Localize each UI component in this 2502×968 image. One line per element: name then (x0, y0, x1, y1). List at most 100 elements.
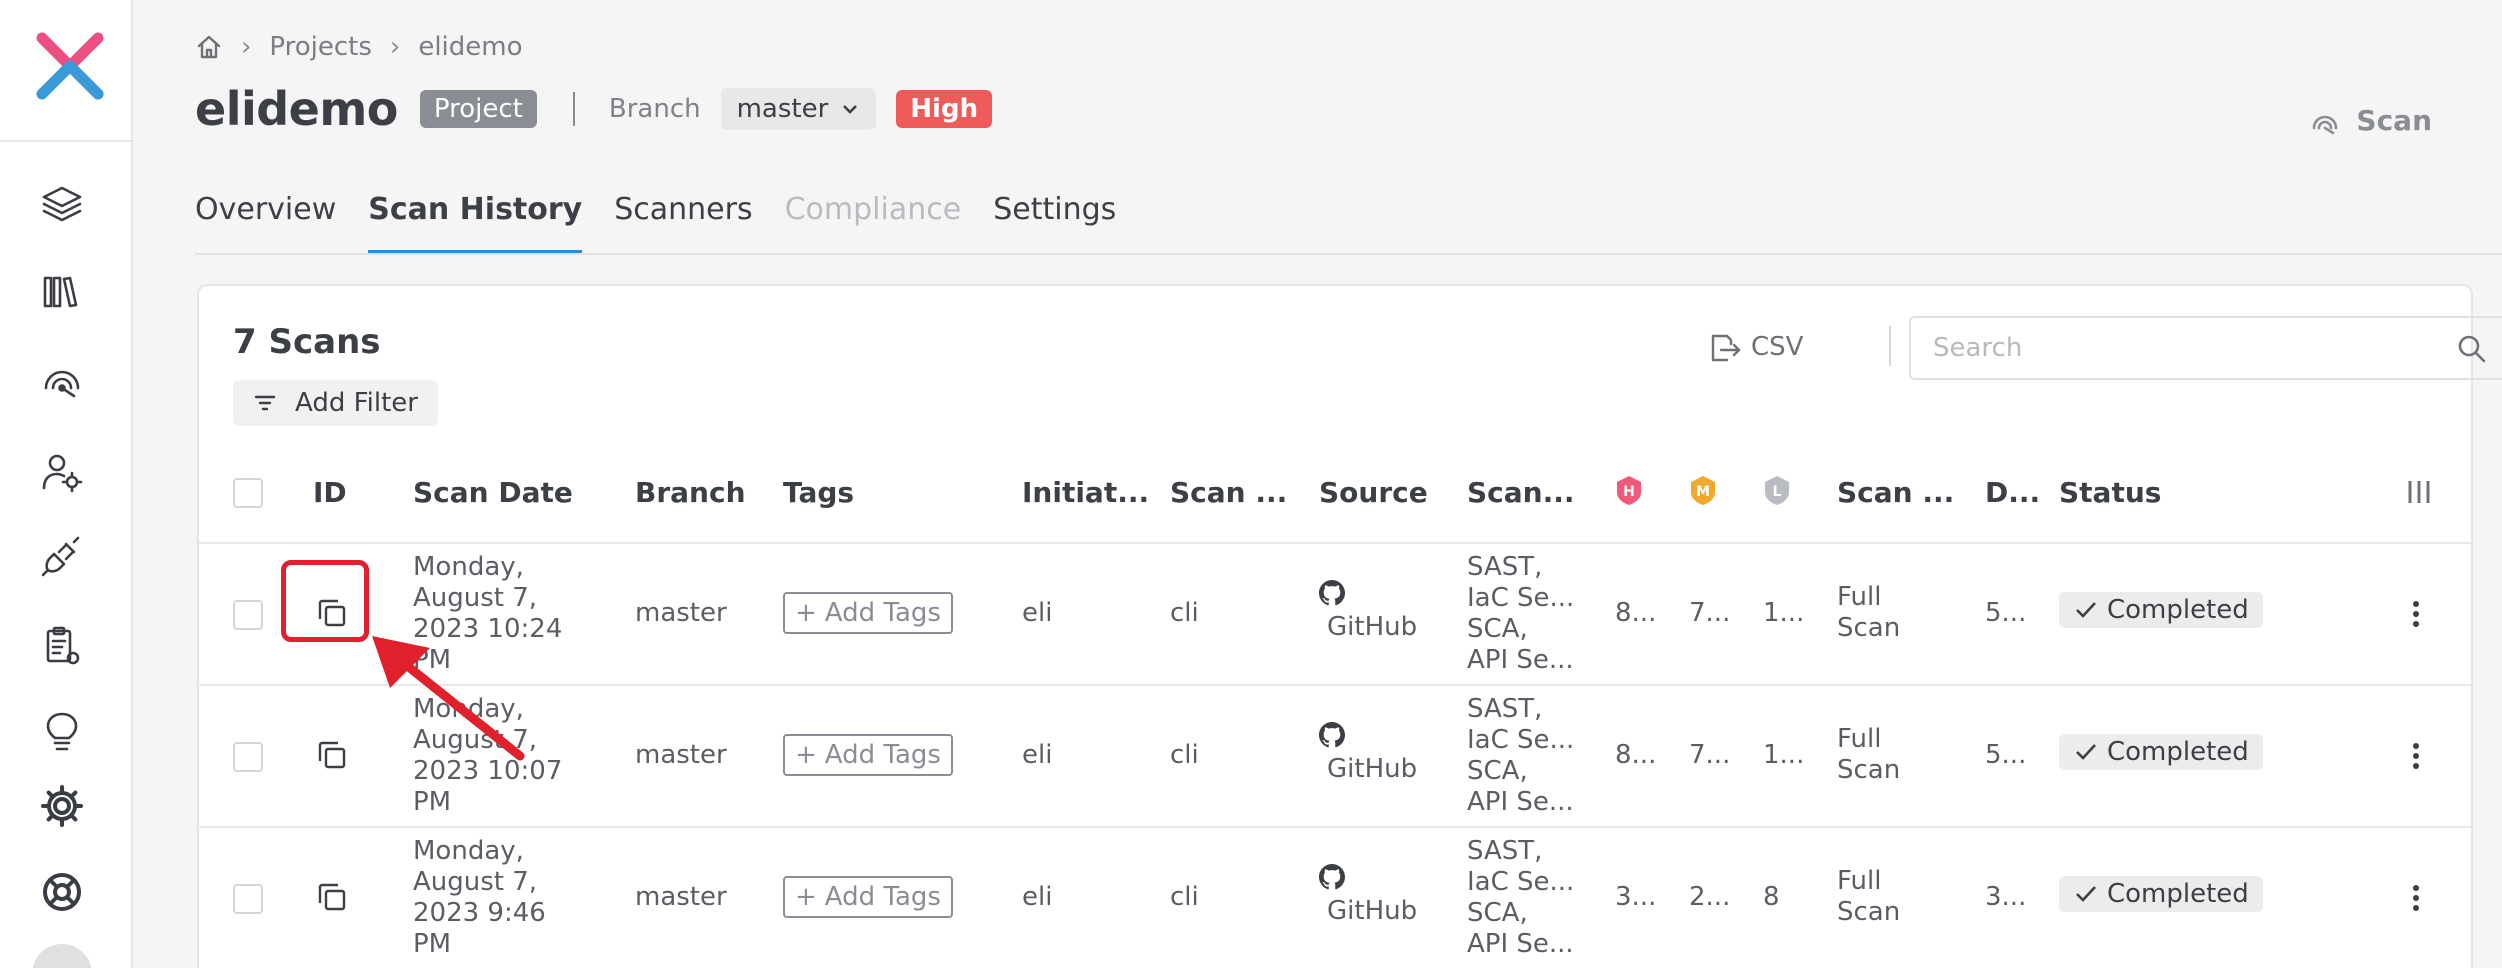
select-all-checkbox[interactable] (233, 478, 263, 508)
table-row[interactable]: Monday, August 7, 2023 9:46 PM master + Add … (199, 828, 2471, 968)
chevron-right-icon: › (241, 32, 252, 62)
avatar[interactable] (32, 944, 92, 968)
toolbar-divider (1889, 326, 1891, 366)
header-scan-type[interactable]: Scan ... (1837, 476, 1954, 509)
tab-scan-history[interactable]: Scan History (368, 190, 582, 254)
status-badge: Completed (2059, 592, 2263, 628)
more-options-icon[interactable] (2411, 598, 2421, 630)
csv-export-button[interactable]: CSV (1707, 330, 1803, 364)
lightbulb-icon[interactable] (38, 708, 86, 756)
svg-text:L: L (1773, 484, 1782, 500)
main-content: › Projects › elidemo elidemo Project Bra… (133, 0, 2502, 968)
status-badge: Completed (2059, 734, 2263, 770)
tab-overview[interactable]: Overview (195, 190, 336, 254)
scanners-cell: SAST, IaC Se... SCA, API Se... (1467, 836, 1575, 959)
app-logo[interactable] (34, 30, 106, 102)
search-icon[interactable] (2457, 334, 2487, 364)
tab-scanners[interactable]: Scanners (614, 190, 752, 254)
initiator-cell: eli (1022, 882, 1053, 912)
low-severity-icon[interactable]: L (1763, 474, 1791, 506)
scan-radar-icon[interactable] (38, 356, 86, 404)
origin-cell: cli (1170, 598, 1199, 628)
header-duration[interactable]: D... (1985, 476, 2040, 509)
table-header: ID Scan Date Branch Tags Initiat... Scan… (199, 444, 2471, 544)
annotation-highlight-box (281, 560, 369, 642)
tab-bar: Overview Scan History Scanners Complianc… (195, 190, 1116, 254)
plus-icon: + (795, 740, 817, 770)
search-input[interactable] (1911, 318, 2431, 378)
chevron-right-icon: › (389, 32, 401, 62)
duration-cell: 5... (1985, 598, 2027, 628)
high-count-cell: 3... (1615, 882, 1657, 912)
chevron-down-icon (843, 105, 858, 114)
scan-type-cell: Full Scan (1837, 582, 1901, 643)
scan-date-cell: Monday, August 7, 2023 9:46 PM (413, 836, 546, 959)
medium-count-cell: 7... (1689, 740, 1731, 770)
header-tags[interactable]: Tags (783, 476, 854, 509)
search-box (1909, 316, 2502, 380)
header-scan-origin[interactable]: Scan ... (1170, 476, 1287, 509)
page-title: elidemo (195, 82, 398, 136)
gear-icon[interactable] (38, 782, 86, 830)
tab-compliance: Compliance (784, 192, 962, 227)
scan-button[interactable]: Scan (2310, 104, 2432, 137)
type-badge: Project (419, 90, 537, 128)
copy-icon[interactable] (315, 738, 349, 772)
title-divider (572, 92, 575, 126)
help-icon[interactable] (38, 868, 86, 916)
row-checkbox[interactable] (233, 600, 263, 630)
filter-icon (254, 395, 276, 411)
medium-severity-icon[interactable]: M (1689, 474, 1717, 506)
check-icon (2076, 744, 2096, 760)
row-checkbox[interactable] (233, 884, 263, 914)
more-options-icon[interactable] (2411, 882, 2421, 914)
scanners-cell: SAST, IaC Se... SCA, API Se... (1467, 694, 1575, 817)
add-filter-button[interactable]: Add Filter (233, 380, 438, 426)
header-scan-date[interactable]: Scan Date (413, 476, 573, 509)
add-tags-button[interactable]: + Add Tags (783, 592, 953, 634)
scan-radar-icon (2313, 115, 2338, 134)
copy-icon[interactable] (315, 880, 349, 914)
github-icon (1319, 864, 1345, 890)
header-status[interactable]: Status (2059, 476, 2161, 509)
check-icon (2076, 886, 2096, 902)
breadcrumb-current[interactable]: elidemo (418, 32, 522, 62)
header-scanners[interactable]: Scan... (1467, 476, 1575, 509)
medium-count-cell: 7... (1689, 598, 1731, 628)
add-tags-button[interactable]: + Add Tags (783, 734, 953, 776)
breadcrumb-projects[interactable]: Projects (269, 32, 372, 62)
low-count-cell: 1... (1763, 598, 1805, 628)
export-icon (1711, 334, 1741, 362)
tab-settings[interactable]: Settings (993, 190, 1116, 254)
source-cell: GitHub (1327, 896, 1418, 926)
header-branch[interactable]: Branch (635, 476, 746, 509)
origin-cell: cli (1170, 882, 1199, 912)
user-settings-icon[interactable] (38, 448, 86, 496)
columns-icon[interactable] (2405, 478, 2433, 506)
header-source[interactable]: Source (1319, 476, 1428, 509)
github-icon (1319, 580, 1345, 606)
add-tags-button[interactable]: + Add Tags (783, 876, 953, 918)
status-badge: Completed (2059, 876, 2263, 912)
header-id[interactable]: ID (313, 476, 347, 509)
more-options-icon[interactable] (2411, 740, 2421, 772)
plus-icon: + (795, 598, 817, 628)
high-severity-icon[interactable]: H (1615, 474, 1643, 506)
check-icon (2076, 602, 2096, 618)
report-icon[interactable] (38, 622, 86, 670)
breadcrumb: › Projects › elidemo (195, 32, 523, 62)
branch-dropdown-value: master (736, 94, 829, 124)
plug-icon[interactable] (38, 532, 86, 580)
severity-badge: High (896, 90, 993, 128)
layers-icon[interactable] (38, 180, 86, 228)
sidebar-divider (0, 140, 131, 142)
home-icon[interactable] (195, 33, 223, 61)
scan-count: 7 Scans (233, 322, 381, 362)
scan-type-cell: Full Scan (1837, 724, 1901, 785)
branch-dropdown[interactable]: master (720, 88, 877, 130)
row-checkbox[interactable] (233, 742, 263, 772)
initiator-cell: eli (1022, 598, 1053, 628)
header-initiator[interactable]: Initiat... (1022, 476, 1149, 509)
library-icon[interactable] (38, 268, 86, 316)
branch-cell: master (635, 598, 727, 628)
